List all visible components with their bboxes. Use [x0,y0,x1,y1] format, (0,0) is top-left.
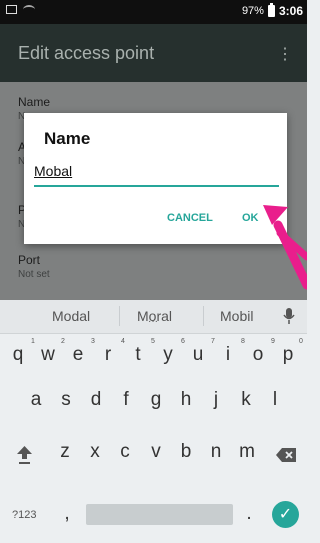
key-x[interactable]: x [80,441,110,463]
key-j[interactable]: j [201,389,231,411]
key-f[interactable]: f [111,389,141,411]
enter-key[interactable]: ✓ [272,501,299,528]
key-v[interactable]: v [141,441,171,463]
wifi-icon [23,5,35,14]
name-input[interactable]: Mobal [34,157,279,187]
key-l[interactable]: l [260,389,290,411]
key-e[interactable]: e [63,344,93,366]
key-i[interactable]: i [213,344,243,366]
suggestion-strip: Modal Moral ··· Mobil [0,300,307,334]
key-q[interactable]: q [3,344,33,366]
list-item-port[interactable]: Port Not set [18,253,50,280]
list-item-label: Name [18,95,51,109]
suggestion-3[interactable]: Mobil [220,308,253,324]
key-a[interactable]: a [21,389,51,411]
clock: 3:06 [278,4,303,18]
shift-icon[interactable] [16,445,33,465]
divider [203,306,204,326]
key-z[interactable]: z [50,441,80,463]
image-notification-icon [6,5,17,14]
key-k[interactable]: k [231,389,261,411]
dialog-title: Name [44,129,91,148]
key-g[interactable]: g [141,389,171,411]
key-b[interactable]: b [171,441,201,463]
name-input-value: Mobal [34,163,73,179]
status-bar: 97% 3:06 [0,0,307,24]
ok-button[interactable]: OK [242,212,259,224]
key-d[interactable]: d [81,389,111,411]
key-u[interactable]: u [183,344,213,366]
key-comma[interactable]: , [52,503,82,525]
page-title: Edit access point [18,43,155,63]
battery-icon [267,3,275,17]
backspace-icon[interactable] [276,448,296,462]
name-dialog: Name Mobal CANCEL OK [24,113,287,244]
key-n[interactable]: n [201,441,231,463]
key-o[interactable]: o [243,344,273,366]
more-options-icon[interactable]: ⋮ [277,44,293,64]
battery-percent: 97% [241,5,264,17]
cancel-button[interactable]: CANCEL [167,212,213,224]
key-c[interactable]: c [110,441,140,463]
suggestion-1[interactable]: Modal [52,308,90,324]
key-h[interactable]: h [171,389,201,411]
space-bar[interactable] [86,504,233,525]
key-r[interactable]: r [93,344,123,366]
key-p[interactable]: p [273,344,303,366]
key-s[interactable]: s [51,389,81,411]
key-y[interactable]: y [153,344,183,366]
pointer-arrow-icon [263,205,307,290]
key-period[interactable]: . [234,503,264,525]
key-t[interactable]: t [123,344,153,366]
app-bar: Edit access point ⋮ [0,24,307,82]
list-item-value: Not set [18,269,50,280]
keyboard: Modal Moral ··· Mobil 1 q 2 w 3 e 4 r 5 … [0,300,307,543]
more-suggestions-icon[interactable]: ··· [148,316,158,327]
symbols-key[interactable]: ?123 [12,509,36,521]
key-w[interactable]: w [33,344,63,366]
key-m[interactable]: m [232,441,262,463]
divider [119,306,120,326]
mic-icon[interactable] [283,308,295,325]
list-item-label: Port [18,253,41,267]
